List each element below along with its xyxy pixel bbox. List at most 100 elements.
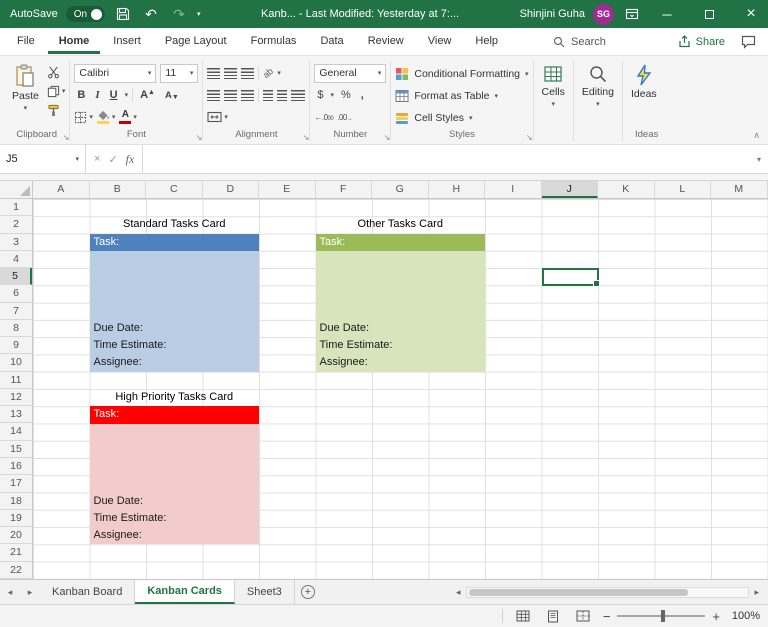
column-header-J[interactable]: J xyxy=(542,181,599,198)
row-header-22[interactable]: 22 xyxy=(0,562,32,579)
font-size-select[interactable]: 11▾ xyxy=(160,64,198,83)
editing-button[interactable]: Editing ▾ xyxy=(578,60,618,129)
selected-cell-J5[interactable] xyxy=(542,268,600,286)
row-header-8[interactable]: 8 xyxy=(0,320,32,337)
comma-style-button[interactable]: , xyxy=(358,89,367,101)
tab-formulas[interactable]: Formulas xyxy=(240,30,308,54)
column-header-M[interactable]: M xyxy=(711,181,768,198)
italic-button[interactable]: I xyxy=(92,89,102,101)
cells-area[interactable]: Standard Tasks Card Task: Due Date: Time… xyxy=(33,199,768,579)
increase-indent-icon[interactable] xyxy=(277,90,287,101)
maximize-button[interactable] xyxy=(692,0,726,28)
decrease-indent-icon[interactable] xyxy=(263,90,273,101)
tab-file[interactable]: File xyxy=(6,30,46,54)
bold-button[interactable]: B xyxy=(74,89,88,101)
sheet-nav-right-icon[interactable]: ▸ xyxy=(20,580,40,604)
time-estimate-label-standard[interactable]: Time Estimate: xyxy=(94,337,167,354)
tab-insert[interactable]: Insert xyxy=(102,30,152,54)
row-header-2[interactable]: 2 xyxy=(0,216,32,233)
styles-dialog-launcher-icon[interactable]: ↘ xyxy=(526,133,533,142)
number-dialog-launcher-icon[interactable]: ↘ xyxy=(384,133,391,142)
insert-function-button[interactable]: fx xyxy=(126,152,135,167)
clipboard-dialog-launcher-icon[interactable]: ↘ xyxy=(63,133,70,142)
time-estimate-label-high-priority[interactable]: Time Estimate: xyxy=(94,510,167,527)
row-header-3[interactable]: 3 xyxy=(0,234,32,251)
format-painter-button[interactable] xyxy=(47,102,66,118)
column-header-B[interactable]: B xyxy=(90,181,147,198)
wrap-text-icon[interactable] xyxy=(291,90,305,101)
align-bottom-icon[interactable] xyxy=(241,68,254,79)
tab-help[interactable]: Help xyxy=(464,30,509,54)
row-header-15[interactable]: 15 xyxy=(0,441,32,458)
align-center-icon[interactable] xyxy=(224,90,237,101)
row-header-6[interactable]: 6 xyxy=(0,285,32,302)
font-name-select[interactable]: Calibri▾ xyxy=(74,64,156,83)
scroll-right-icon[interactable]: ▸ xyxy=(751,587,762,598)
percent-style-button[interactable]: % xyxy=(338,89,354,101)
page-break-preview-icon[interactable] xyxy=(573,607,593,625)
increase-decimal-button[interactable]: ←.000 xyxy=(314,113,333,122)
ideas-button[interactable]: Ideas xyxy=(627,60,661,129)
assignee-label-high-priority[interactable]: Assignee: xyxy=(94,527,142,544)
redo-icon[interactable]: ↷ xyxy=(169,4,189,24)
autosave-toggle[interactable]: On xyxy=(66,6,105,22)
zoom-slider[interactable] xyxy=(617,615,705,617)
zoom-slider-handle[interactable] xyxy=(661,610,665,622)
accounting-format-button[interactable]: $ xyxy=(314,89,326,101)
card-header-high-priority[interactable]: Task: xyxy=(90,406,260,423)
underline-button[interactable]: U xyxy=(107,89,121,101)
row-header-19[interactable]: 19 xyxy=(0,510,32,527)
name-box[interactable]: J5 ▾ xyxy=(0,145,86,173)
column-header-F[interactable]: F xyxy=(316,181,373,198)
align-left-icon[interactable] xyxy=(207,90,220,101)
undo-icon[interactable]: ↶ xyxy=(141,4,161,24)
quick-access-toolbar-chevron-icon[interactable]: ▾ xyxy=(197,10,201,18)
cancel-icon[interactable]: × xyxy=(94,153,100,165)
accounting-chevron-icon[interactable]: ▾ xyxy=(331,91,335,99)
row-header-16[interactable]: 16 xyxy=(0,458,32,475)
column-header-E[interactable]: E xyxy=(259,181,316,198)
row-header-7[interactable]: 7 xyxy=(0,303,32,320)
sheet-tab-sheet3[interactable]: Sheet3 xyxy=(235,580,295,604)
assignee-label-standard[interactable]: Assignee: xyxy=(94,354,142,371)
card-header-other[interactable]: Task: xyxy=(316,234,486,251)
formula-bar-expand-icon[interactable]: ▾ xyxy=(750,145,768,173)
enter-icon[interactable]: ✓ xyxy=(108,153,117,166)
search-box[interactable]: Search xyxy=(553,36,606,48)
cell-styles-button[interactable]: Cell Styles▾ xyxy=(395,107,528,128)
close-button[interactable]: × xyxy=(734,0,768,28)
share-button[interactable]: Share xyxy=(678,35,725,48)
column-header-L[interactable]: L xyxy=(655,181,712,198)
due-date-label-high-priority[interactable]: Due Date: xyxy=(94,493,144,510)
card-header-standard[interactable]: Task: xyxy=(90,234,260,251)
align-right-icon[interactable] xyxy=(241,90,254,101)
row-header-11[interactable]: 11 xyxy=(0,372,32,389)
card-title-standard[interactable]: Standard Tasks Card xyxy=(90,216,260,233)
tab-page-layout[interactable]: Page Layout xyxy=(154,30,238,54)
fill-color-button[interactable]: ▾ xyxy=(97,109,116,125)
time-estimate-label-other[interactable]: Time Estimate: xyxy=(320,337,393,354)
increase-font-size-button[interactable]: A▲ xyxy=(137,89,158,101)
scroll-left-icon[interactable]: ◂ xyxy=(453,587,464,598)
decrease-decimal-button[interactable]: .00→ xyxy=(337,113,352,122)
row-header-5[interactable]: 5 xyxy=(0,268,32,285)
column-header-D[interactable]: D xyxy=(203,181,260,198)
merge-center-button[interactable]: ▾ xyxy=(207,109,228,125)
minimize-button[interactable]: ─ xyxy=(650,0,684,28)
horizontal-scroll-thumb[interactable] xyxy=(469,589,689,596)
tab-review[interactable]: Review xyxy=(357,30,415,54)
row-header-18[interactable]: 18 xyxy=(0,493,32,510)
row-header-14[interactable]: 14 xyxy=(0,423,32,440)
normal-view-icon[interactable] xyxy=(513,607,533,625)
column-header-I[interactable]: I xyxy=(485,181,542,198)
horizontal-scrollbar[interactable]: ◂ ▸ xyxy=(453,580,768,604)
align-middle-icon[interactable] xyxy=(224,68,237,79)
column-header-K[interactable]: K xyxy=(598,181,655,198)
column-header-H[interactable]: H xyxy=(429,181,486,198)
collapse-ribbon-icon[interactable]: ∧ xyxy=(753,130,760,141)
orientation-button[interactable]: ab xyxy=(261,66,275,80)
zoom-out-button[interactable]: − xyxy=(603,609,611,624)
due-date-label-standard[interactable]: Due Date: xyxy=(94,320,144,337)
sheet-nav-left-icon[interactable]: ◂ xyxy=(0,580,20,604)
sheet-tab-kanban-board[interactable]: Kanban Board xyxy=(40,580,135,604)
